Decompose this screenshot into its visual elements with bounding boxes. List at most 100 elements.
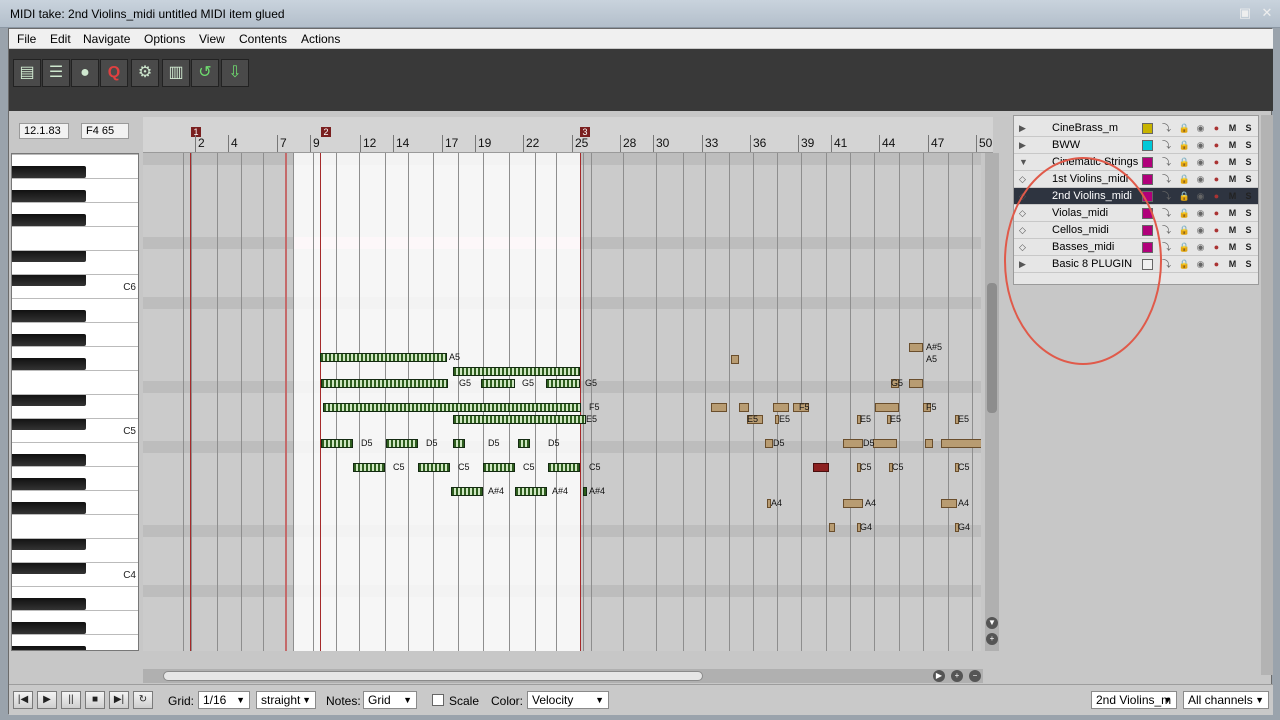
record-arm-icon[interactable]: ●: [1210, 258, 1223, 271]
expand-arrow-icon[interactable]: ▼: [1019, 157, 1028, 167]
notes-select[interactable]: Grid ▼: [363, 691, 417, 709]
eye-icon[interactable]: ◉: [1194, 258, 1207, 271]
grid-select[interactable]: 1/16 ▼: [198, 691, 250, 709]
track-color-swatch[interactable]: [1142, 123, 1153, 134]
marker-2[interactable]: 2: [321, 127, 331, 137]
lock-icon[interactable]: 🔒: [1178, 258, 1191, 271]
zoom-reset-icon[interactable]: −: [969, 670, 981, 682]
forward-icon[interactable]: ▶|: [109, 691, 129, 709]
vertical-scroll-thumb[interactable]: [987, 283, 997, 413]
scale-checkbox[interactable]: [432, 694, 444, 706]
playhead[interactable]: [285, 153, 287, 651]
midi-note[interactable]: [875, 403, 899, 412]
close-icon[interactable]: ✕: [1258, 4, 1276, 22]
lock-icon[interactable]: 🔒: [1178, 139, 1191, 152]
mute-button[interactable]: M: [1226, 224, 1239, 237]
midi-note[interactable]: [320, 353, 447, 362]
lock-icon[interactable]: 🔒: [1178, 224, 1191, 237]
black-key[interactable]: [12, 166, 86, 178]
route-icon[interactable]: ⤵: [1160, 224, 1173, 237]
eye-icon[interactable]: ◉: [1194, 173, 1207, 186]
black-key[interactable]: [12, 310, 86, 322]
mute-button[interactable]: M: [1226, 241, 1239, 254]
lock-icon[interactable]: 🔒: [1178, 122, 1191, 135]
palette-icon[interactable]: ●: [71, 59, 99, 87]
black-key[interactable]: [12, 478, 86, 490]
horizontal-scroll-thumb[interactable]: [163, 671, 703, 681]
midi-note[interactable]: [731, 355, 739, 364]
solo-button[interactable]: S: [1242, 258, 1255, 271]
record-arm-icon[interactable]: ●: [1210, 207, 1223, 220]
mute-button[interactable]: M: [1226, 139, 1239, 152]
midi-note[interactable]: [386, 439, 418, 448]
solo-button[interactable]: S: [1242, 224, 1255, 237]
midi-note[interactable]: [321, 439, 353, 448]
midi-note[interactable]: [843, 499, 863, 508]
track-row[interactable]: ▶ BWW ⤵ 🔒 ◉ ● M S: [1014, 137, 1258, 154]
zoom-in-icon[interactable]: +: [986, 633, 998, 645]
black-key[interactable]: [12, 190, 86, 202]
midi-note[interactable]: [765, 439, 773, 448]
route-icon[interactable]: ⤵: [1160, 173, 1173, 186]
midi-note[interactable]: [873, 439, 897, 448]
eye-icon[interactable]: ◉: [1194, 190, 1207, 203]
mute-button[interactable]: M: [1226, 173, 1239, 186]
black-key[interactable]: [12, 358, 86, 370]
zoom-out-icon[interactable]: +: [951, 670, 963, 682]
lines-icon[interactable]: ☰: [42, 59, 70, 87]
solo-button[interactable]: S: [1242, 156, 1255, 169]
timeline-ruler[interactable]: 1 2 3 2 4 7 9 12 14 17 19 22 25 28 30 33 36 39 41 44 47 50: [143, 117, 993, 153]
midi-note[interactable]: [739, 403, 749, 412]
route-icon[interactable]: ⤵: [1160, 207, 1173, 220]
midi-note[interactable]: [321, 379, 448, 388]
midi-note[interactable]: [843, 439, 863, 448]
horizontal-scrollbar[interactable]: ▶ + −: [143, 669, 983, 683]
grid-icon[interactable]: ▥: [162, 59, 190, 87]
mute-button[interactable]: M: [1226, 156, 1239, 169]
midi-note[interactable]: [829, 523, 835, 532]
midi-note[interactable]: [451, 487, 483, 496]
menu-file[interactable]: File: [17, 32, 36, 46]
lock-icon[interactable]: 🔒: [1178, 173, 1191, 186]
midi-note[interactable]: [483, 463, 515, 472]
midi-note[interactable]: [453, 415, 586, 424]
loop-icon[interactable]: ↺: [191, 59, 219, 87]
route-icon[interactable]: ⤵: [1160, 190, 1173, 203]
restore-icon[interactable]: ▣: [1236, 4, 1254, 22]
pause-icon[interactable]: ||: [61, 691, 81, 709]
midi-note[interactable]: [515, 487, 547, 496]
record-arm-icon[interactable]: ●: [1210, 122, 1223, 135]
route-icon[interactable]: ⤵: [1160, 139, 1173, 152]
midi-note[interactable]: [583, 487, 587, 496]
expand-arrow-icon[interactable]: ▶: [1019, 140, 1026, 151]
lock-icon[interactable]: 🔒: [1178, 156, 1191, 169]
color-select[interactable]: Velocity ▼: [527, 691, 609, 709]
track-select[interactable]: 2nd Violins_m ▼: [1091, 691, 1177, 709]
black-key[interactable]: [12, 394, 86, 406]
swing-select[interactable]: straight ▼: [256, 691, 316, 709]
black-key[interactable]: [12, 418, 86, 430]
track-color-swatch[interactable]: [1142, 157, 1153, 168]
midi-note[interactable]: [546, 379, 580, 388]
black-key[interactable]: [12, 214, 86, 226]
track-color-swatch[interactable]: [1142, 174, 1153, 185]
menu-view[interactable]: View: [199, 32, 225, 46]
lock-icon[interactable]: 🔒: [1178, 190, 1191, 203]
midi-note[interactable]: [711, 403, 727, 412]
midi-note[interactable]: [941, 439, 981, 448]
vertical-scrollbar[interactable]: ▼ +: [985, 153, 999, 651]
eye-icon[interactable]: ◉: [1194, 224, 1207, 237]
expand-arrow-icon[interactable]: ◇: [1019, 174, 1026, 185]
eye-icon[interactable]: ◉: [1194, 241, 1207, 254]
lock-icon[interactable]: 🔒: [1178, 207, 1191, 220]
menu-options[interactable]: Options: [144, 32, 185, 46]
midi-note[interactable]: [548, 463, 580, 472]
solo-button[interactable]: S: [1242, 173, 1255, 186]
record-arm-icon[interactable]: ●: [1210, 190, 1223, 203]
scroll-down-icon[interactable]: ▼: [986, 617, 998, 629]
menu-edit[interactable]: Edit: [50, 32, 71, 46]
menu-contents[interactable]: Contents: [239, 32, 287, 46]
solo-button[interactable]: S: [1242, 190, 1255, 203]
solo-button[interactable]: S: [1242, 139, 1255, 152]
solo-button[interactable]: S: [1242, 207, 1255, 220]
